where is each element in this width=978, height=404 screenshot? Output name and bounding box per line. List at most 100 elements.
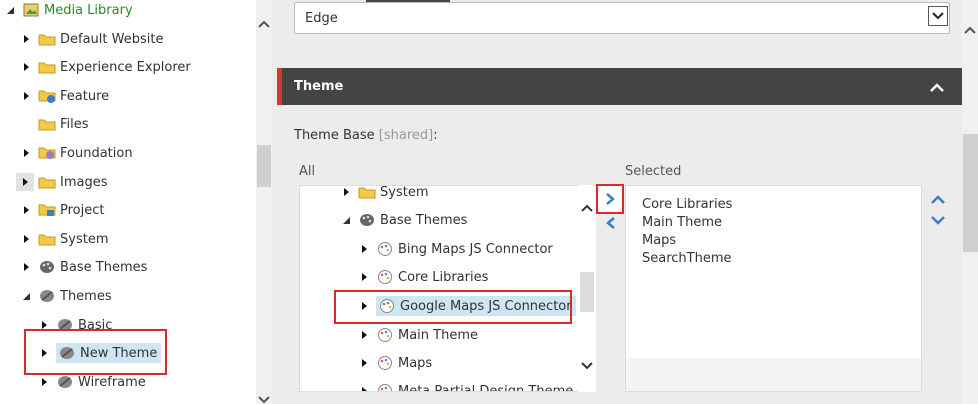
collapsed-arrow-icon[interactable] [20, 233, 32, 245]
folder-foundation-icon [38, 145, 56, 161]
select-value: Edge [305, 10, 338, 26]
expanded-arrow-icon[interactable] [340, 214, 352, 226]
tree-item-label: Media Library [44, 2, 133, 18]
collapsed-arrow-icon[interactable] [20, 61, 32, 73]
highlight-box [334, 290, 572, 324]
folder-icon [38, 174, 56, 190]
collapsed-arrow-icon[interactable] [20, 33, 32, 45]
palette-icon [38, 288, 56, 304]
collapsed-arrow-icon[interactable] [20, 90, 32, 102]
theme-palette-icon [376, 241, 394, 257]
treelist-item-system[interactable]: System [340, 185, 429, 204]
tree-item-label: Foundation [60, 145, 133, 161]
treelist-item-core-libraries[interactable]: Core Libraries [358, 265, 488, 289]
all-list-label: All [299, 164, 316, 179]
tree-scrollbar[interactable] [256, 0, 272, 404]
treelist-item-meta-partial[interactable]: Meta Partial Design Theme [358, 379, 574, 392]
collapsed-arrow-icon[interactable] [358, 271, 370, 283]
scroll-up-icon[interactable] [962, 22, 978, 38]
collapsed-arrow-icon[interactable] [358, 243, 370, 255]
collapsed-arrow-icon[interactable] [20, 261, 32, 273]
treelist-item-label: Bing Maps JS Connector [398, 241, 553, 257]
treelist-item-label: System [380, 185, 429, 200]
collapsed-arrow-icon[interactable] [358, 385, 370, 391]
scroll-up-icon[interactable] [256, 16, 272, 32]
tree-item-themes[interactable]: Themes [20, 284, 112, 308]
move-down-button[interactable] [928, 212, 948, 228]
section-title: Theme [294, 79, 344, 94]
expanded-arrow-icon[interactable] [4, 4, 16, 16]
treelist-item-label: Meta Partial Design Theme [398, 383, 574, 392]
treelist-item-label: Core Libraries [398, 269, 489, 285]
selected-item[interactable]: Core Libraries [642, 196, 921, 214]
collapsed-arrow-icon[interactable] [358, 357, 370, 369]
folder-icon [38, 116, 56, 132]
scroll-thumb[interactable] [257, 145, 271, 187]
scroll-down-icon[interactable] [256, 396, 272, 404]
treelist-item-bing-maps[interactable]: Bing Maps JS Connector [358, 237, 553, 261]
folder-icon [358, 186, 376, 200]
selected-list-label: Selected [625, 164, 682, 179]
tree-item-system[interactable]: System [20, 227, 108, 251]
palette-icon [358, 212, 376, 228]
scroll-up-icon[interactable] [578, 201, 596, 215]
tree-item-label: Themes [60, 288, 112, 304]
tree-item-label: Project [60, 202, 105, 218]
tree-item-label: System [60, 231, 109, 247]
tree-item-experience-explorer[interactable]: Experience Explorer [20, 55, 191, 79]
device-select[interactable]: Edge [294, 2, 950, 34]
collapsed-arrow-icon[interactable] [358, 329, 370, 341]
collapsed-arrow-icon[interactable] [340, 186, 352, 198]
treelist-item-label: Maps [398, 355, 433, 371]
collapsed-arrow-icon[interactable] [16, 173, 34, 191]
treelist-item-base-themes[interactable]: Base Themes [340, 208, 467, 232]
scroll-thumb[interactable] [580, 272, 594, 312]
scroll-down-icon[interactable] [578, 359, 596, 373]
tree-item-base-themes[interactable]: Base Themes [20, 255, 147, 279]
treelist-item-label: Base Themes [380, 212, 468, 228]
treelist-item-label: Main Theme [398, 327, 479, 343]
collapsed-arrow-icon[interactable] [20, 147, 32, 159]
selected-item[interactable]: Maps [642, 232, 921, 250]
theme-palette-icon [376, 327, 394, 343]
folder-feature-icon [38, 88, 56, 104]
shared-tag: [shared] [378, 128, 434, 143]
selected-list-footer [626, 358, 921, 391]
expanded-arrow-icon[interactable] [20, 290, 32, 302]
selected-item[interactable]: SearchTheme [642, 250, 921, 268]
theme-palette-icon [376, 355, 394, 371]
theme-section-header[interactable]: Theme [277, 68, 962, 105]
tree-item-label: Wireframe [78, 374, 146, 390]
scroll-thumb[interactable] [963, 134, 978, 252]
tree-item-feature[interactable]: Feature [20, 84, 109, 108]
treelist-item-maps[interactable]: Maps [358, 351, 432, 375]
selected-item[interactable]: Main Theme [642, 214, 921, 232]
tree-item-label: Files [60, 116, 89, 132]
remove-from-selected-button[interactable] [600, 214, 622, 232]
media-library-icon [22, 2, 40, 18]
folder-icon [38, 59, 56, 75]
add-to-selected-button[interactable] [596, 184, 624, 214]
collapsed-arrow-icon[interactable] [38, 376, 50, 388]
tree-item-label: Images [60, 174, 108, 190]
chevron-down-icon[interactable] [928, 6, 948, 26]
field-label-text: Theme Base [294, 128, 375, 143]
tree-item-images[interactable]: Images [16, 170, 108, 194]
tree-item-files[interactable]: Files [20, 112, 89, 136]
tree-item-foundation[interactable]: Foundation [20, 141, 133, 165]
theme-palette-icon [376, 269, 394, 285]
all-treelist[interactable]: System Base Themes Bing Maps JS Connecto… [299, 185, 596, 392]
chevron-up-icon[interactable] [928, 78, 946, 96]
field-label-colon: : [433, 128, 438, 143]
move-up-button[interactable] [928, 192, 948, 206]
collapsed-arrow-icon[interactable] [20, 204, 32, 216]
tree-item-default-website[interactable]: Default Website [20, 27, 163, 51]
tree-item-label: Base Themes [60, 259, 148, 275]
folder-icon [38, 31, 56, 47]
content-tree: Media Library Default Website Experience… [0, 0, 256, 404]
tree-item-project[interactable]: Project [20, 198, 104, 222]
tree-item-media-library[interactable]: Media Library [4, 0, 133, 22]
tree-item-label: Experience Explorer [60, 59, 191, 75]
treelist-item-main-theme[interactable]: Main Theme [358, 323, 478, 347]
highlight-box [24, 329, 167, 375]
